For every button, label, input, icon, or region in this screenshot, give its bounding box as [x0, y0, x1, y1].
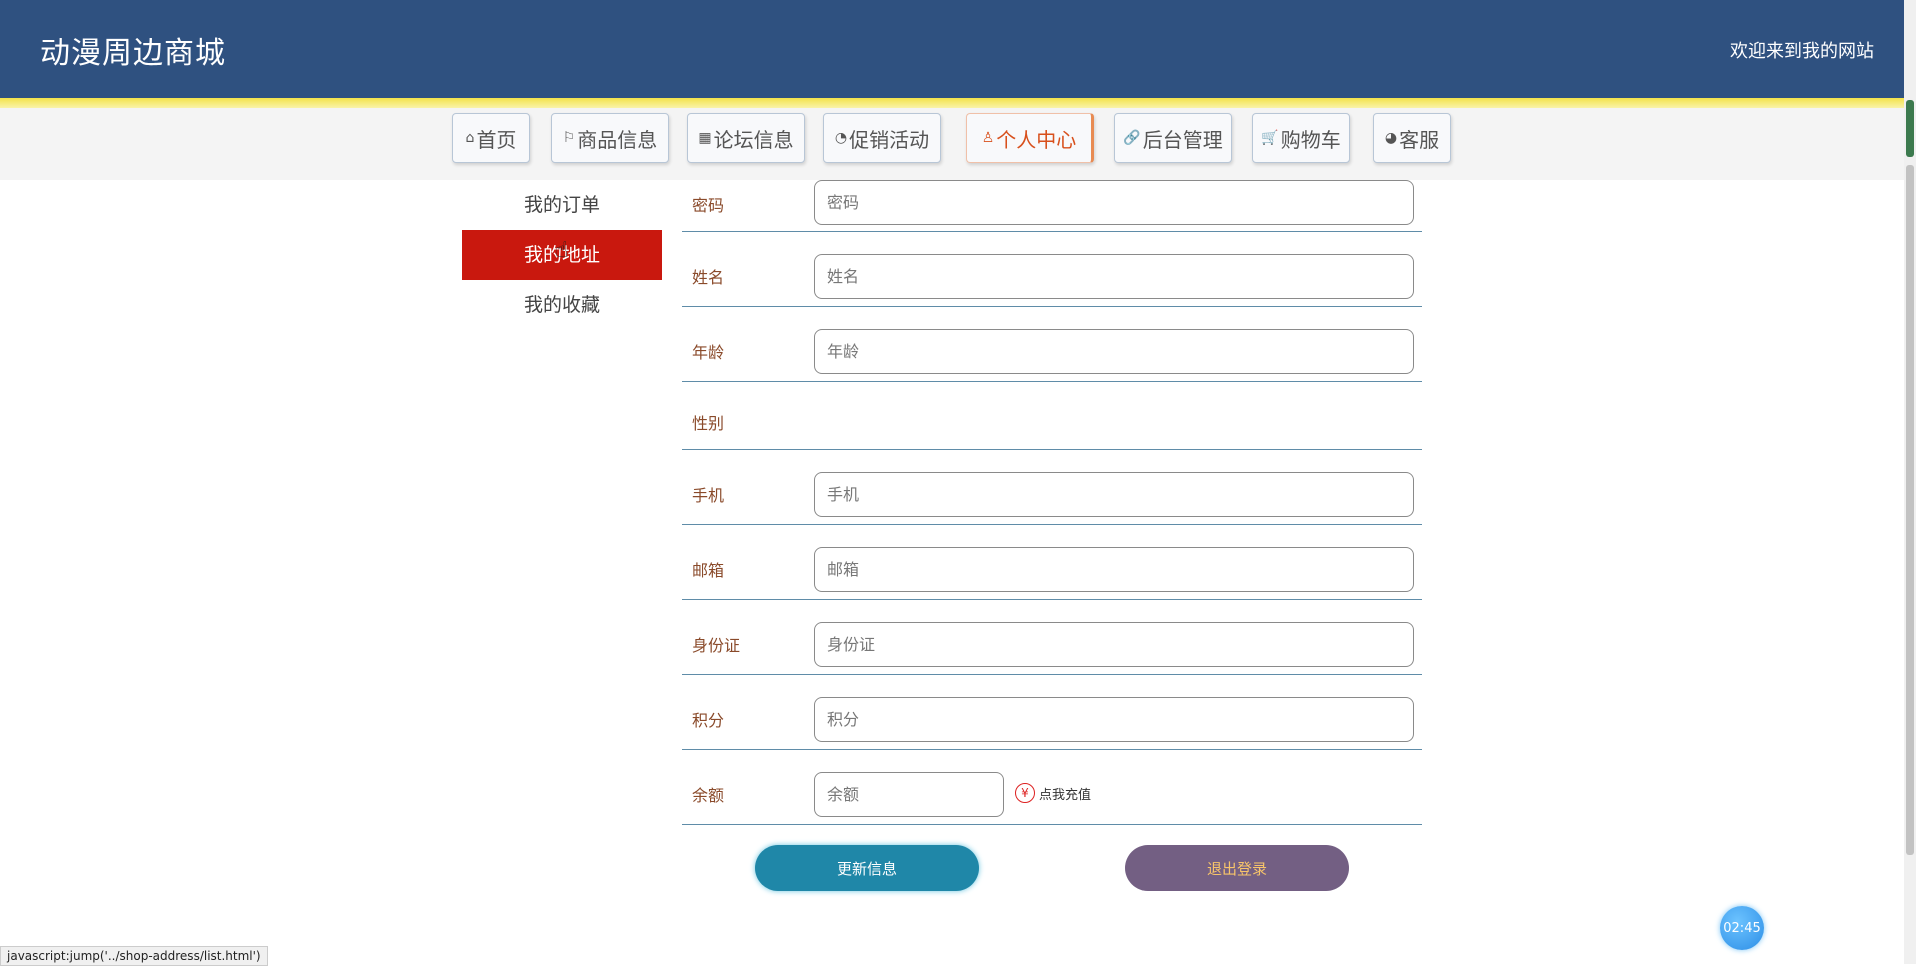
power-icon: ◔ — [834, 130, 848, 146]
nav-service[interactable]: ◕ 客服 — [1373, 113, 1451, 163]
points-input[interactable] — [814, 697, 1414, 742]
nav-forum[interactable]: ▦ 论坛信息 — [687, 113, 805, 163]
nav-admin-label: 后台管理 — [1142, 127, 1223, 152]
email-input[interactable] — [814, 547, 1414, 592]
welcome-text: 欢迎来到我的网站 — [1730, 41, 1874, 62]
timer-badge[interactable]: 02:45 — [1720, 906, 1764, 950]
age-label: 年龄 — [692, 343, 725, 362]
service-icon: ◕ — [1384, 130, 1398, 146]
sidebar-item-favorites[interactable]: 我的收藏 — [462, 280, 662, 330]
form-row-idcard: 身份证 — [682, 600, 1422, 675]
site-header: 动漫周边商城 欢迎来到我的网站 — [0, 0, 1904, 98]
nav-profile-label: 个人中心 — [996, 127, 1077, 152]
blocks-icon: ▦ — [698, 130, 712, 146]
home-icon: ⌂ — [465, 130, 475, 146]
form-row-balance: 余额 ¥ 点我充值 — [682, 750, 1422, 825]
header-divider — [0, 98, 1904, 108]
name-input[interactable] — [814, 254, 1414, 299]
password-input[interactable] — [814, 180, 1414, 225]
email-label: 邮箱 — [692, 561, 725, 580]
name-label: 姓名 — [692, 268, 725, 287]
points-label: 积分 — [692, 711, 725, 730]
yuan-icon: ¥ — [1015, 783, 1035, 803]
nav-admin[interactable]: 🔗 后台管理 — [1114, 113, 1232, 163]
phone-label: 手机 — [692, 486, 725, 505]
nav-cart[interactable]: 🛒 购物车 — [1252, 113, 1350, 163]
flag-icon: ⚐ — [562, 130, 576, 146]
phone-input[interactable] — [814, 472, 1414, 517]
user-icon: ♙ — [981, 130, 995, 146]
password-label: 密码 — [692, 196, 725, 215]
link-icon: 🔗 — [1123, 130, 1141, 146]
form-row-age: 年龄 — [682, 307, 1422, 382]
nav-home[interactable]: ⌂ 首页 — [452, 113, 530, 163]
form-row-points: 积分 — [682, 675, 1422, 750]
balance-input[interactable] — [814, 772, 1004, 817]
nav-home-label: 首页 — [476, 127, 517, 152]
nav-forum-label: 论坛信息 — [713, 127, 794, 152]
nav-profile[interactable]: ♙ 个人中心 — [966, 113, 1094, 163]
nav-promotions-label: 促销活动 — [849, 127, 930, 152]
update-info-button[interactable]: 更新信息 — [755, 845, 979, 891]
age-input[interactable] — [814, 329, 1414, 374]
nav-service-label: 客服 — [1399, 127, 1440, 152]
hand-cursor-icon: ☝ — [555, 238, 569, 263]
recharge-label: 点我充值 — [1039, 787, 1092, 803]
nav-products[interactable]: ⚐ 商品信息 — [551, 113, 669, 163]
form-row-password: 密码 — [682, 180, 1422, 232]
main-nav: ⌂ 首页 ⚐ 商品信息 ▦ 论坛信息 ◔ 促销活动 ♙ 个人中心 🔗 后台管理 … — [0, 108, 1904, 180]
gender-label: 性别 — [692, 414, 725, 433]
form-row-gender: 性别 — [682, 382, 1422, 450]
site-title: 动漫周边商城 — [40, 36, 226, 71]
form-row-phone: 手机 — [682, 450, 1422, 525]
nav-promotions[interactable]: ◔ 促销活动 — [823, 113, 941, 163]
scrollbar-thumb-top[interactable] — [1906, 100, 1914, 157]
idcard-label: 身份证 — [692, 636, 741, 655]
nav-cart-label: 购物车 — [1280, 127, 1341, 152]
form-row-email: 邮箱 — [682, 525, 1422, 600]
profile-form: 密码 姓名 年龄 性别 手机 邮箱 身份证 积分 余额 ¥ 点我充值 — [682, 180, 1422, 825]
cart-icon: 🛒 — [1261, 130, 1279, 146]
idcard-input[interactable] — [814, 622, 1414, 667]
browser-status-bar: javascript:jump('../shop-address/list.ht… — [0, 946, 268, 966]
scrollbar-thumb[interactable] — [1906, 165, 1914, 855]
logout-button[interactable]: 退出登录 — [1125, 845, 1349, 891]
nav-products-label: 商品信息 — [577, 127, 658, 152]
balance-label: 余额 — [692, 786, 725, 805]
form-row-name: 姓名 — [682, 232, 1422, 307]
sidebar-item-orders[interactable]: 我的订单 — [462, 180, 662, 230]
recharge-link[interactable]: ¥ 点我充值 — [1015, 783, 1091, 803]
